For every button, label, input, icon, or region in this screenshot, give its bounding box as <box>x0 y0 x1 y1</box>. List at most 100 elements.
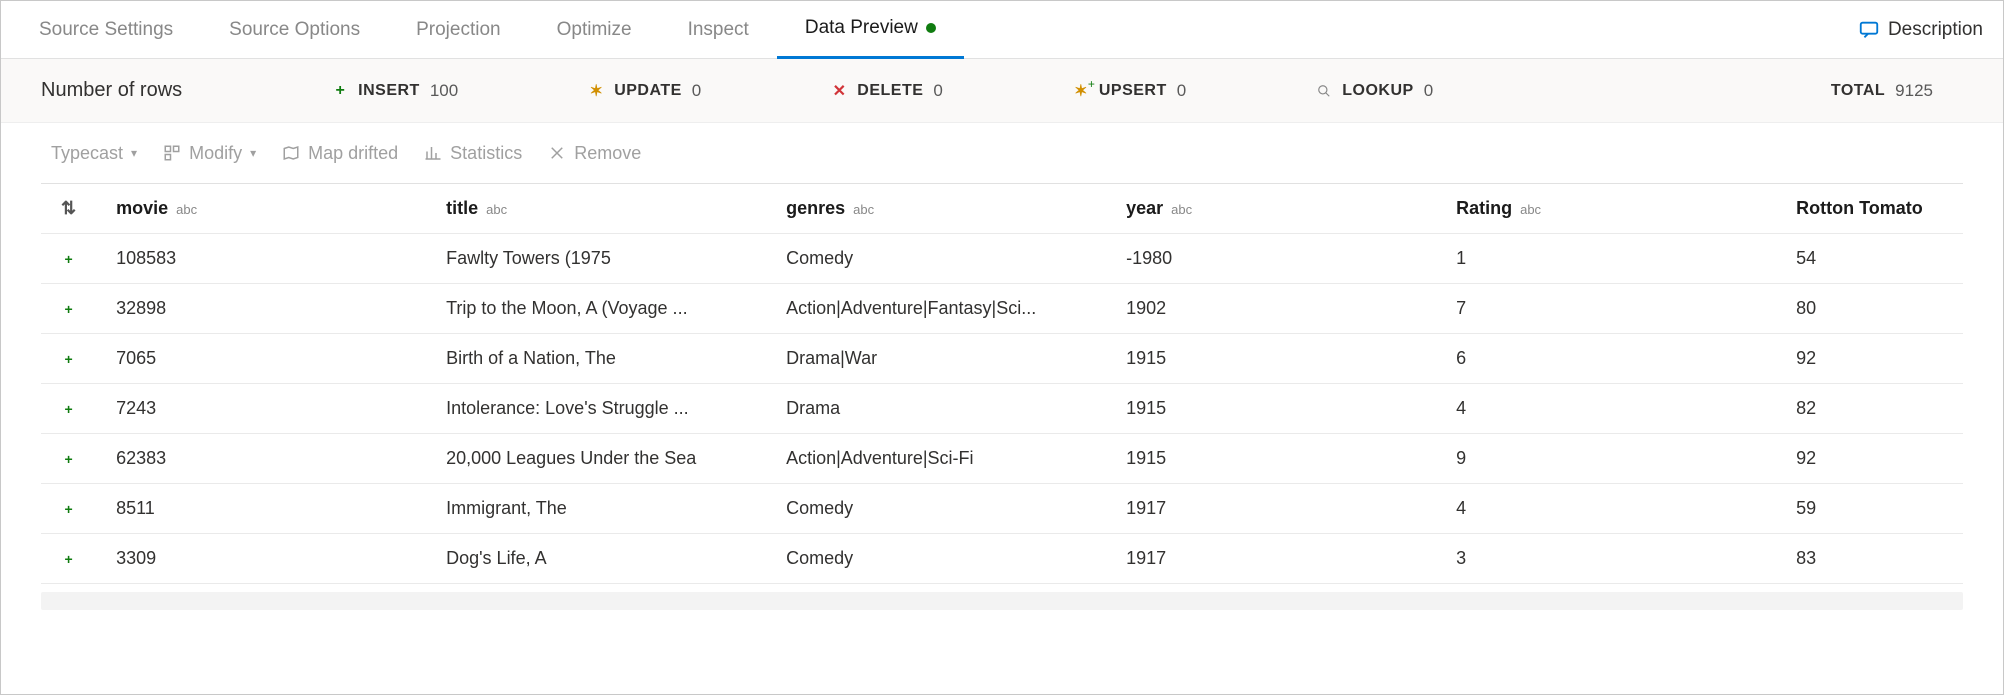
cell-genres: Comedy <box>766 484 1106 534</box>
tab-optimize[interactable]: Optimize <box>529 1 660 59</box>
column-header-rotten-tomato[interactable]: Rotton Tomato <box>1776 184 1963 234</box>
table-row[interactable]: +7243Intolerance: Love's Struggle ...Dra… <box>41 384 1963 434</box>
cell-rt: 92 <box>1776 334 1963 384</box>
row-insert-icon: + <box>41 434 96 484</box>
map-icon <box>282 144 300 162</box>
cell-genres: Comedy <box>766 234 1106 284</box>
table-row[interactable]: +7065Birth of a Nation, TheDrama|War1915… <box>41 334 1963 384</box>
cell-year: 1915 <box>1106 434 1436 484</box>
cell-movie: 3309 <box>96 534 426 584</box>
cell-movie: 62383 <box>96 434 426 484</box>
column-header-movie[interactable]: movieabc <box>96 184 426 234</box>
statistics-button[interactable]: Statistics <box>424 143 522 164</box>
cell-year: -1980 <box>1106 234 1436 284</box>
cell-year: 1902 <box>1106 284 1436 334</box>
cell-rating: 6 <box>1436 334 1776 384</box>
stat-total: TOTAL 9125 <box>1831 81 1933 101</box>
cell-rating: 1 <box>1436 234 1776 284</box>
cell-title: Trip to the Moon, A (Voyage ... <box>426 284 766 334</box>
stat-upsert: ✶+ UPSERT 0 <box>1073 81 1186 101</box>
cell-genres: Drama|War <box>766 334 1106 384</box>
cell-genres: Drama <box>766 384 1106 434</box>
cell-rating: 9 <box>1436 434 1776 484</box>
cell-rt: 82 <box>1776 384 1963 434</box>
stats-icon <box>424 144 442 162</box>
search-icon <box>1316 84 1332 98</box>
table-header-row: ⇅ movieabc titleabc genresabc yearabc Ra… <box>41 184 1963 234</box>
stat-delete: ✕ DELETE 0 <box>831 81 943 101</box>
table-row[interactable]: +6238320,000 Leagues Under the SeaAction… <box>41 434 1963 484</box>
typecast-button[interactable]: Typecast▾ <box>51 143 137 164</box>
status-dot-icon <box>926 23 936 33</box>
tab-source-options[interactable]: Source Options <box>201 1 388 59</box>
asterisk-icon: ✶ <box>588 81 604 101</box>
cell-rating: 4 <box>1436 484 1776 534</box>
stat-insert: + INSERT 100 <box>332 81 458 101</box>
row-insert-icon: + <box>41 534 96 584</box>
map-drifted-button[interactable]: Map drifted <box>282 143 398 164</box>
stat-update: ✶ UPDATE 0 <box>588 81 701 101</box>
cell-year: 1917 <box>1106 484 1436 534</box>
cell-title: Fawlty Towers (1975 <box>426 234 766 284</box>
plus-icon: + <box>332 82 348 100</box>
table-toolbar: Typecast▾ Modify▾ Map drifted Statistics… <box>1 123 2003 183</box>
cell-rt: 92 <box>1776 434 1963 484</box>
chevron-down-icon: ▾ <box>250 146 256 160</box>
row-insert-icon: + <box>41 484 96 534</box>
cell-movie: 8511 <box>96 484 426 534</box>
cell-title: Dog's Life, A <box>426 534 766 584</box>
x-icon: ✕ <box>831 81 847 101</box>
modify-icon <box>163 144 181 162</box>
stats-row: Number of rows + INSERT 100 ✶ UPDATE 0 ✕… <box>1 59 2003 123</box>
rows-label: Number of rows <box>41 79 182 102</box>
cell-rating: 7 <box>1436 284 1776 334</box>
horizontal-scrollbar[interactable] <box>41 592 1963 610</box>
table-row[interactable]: +32898Trip to the Moon, A (Voyage ...Act… <box>41 284 1963 334</box>
cell-title: Birth of a Nation, The <box>426 334 766 384</box>
description-link[interactable]: Description <box>1858 19 1993 41</box>
cell-year: 1917 <box>1106 534 1436 584</box>
cell-genres: Action|Adventure|Fantasy|Sci... <box>766 284 1106 334</box>
cell-year: 1915 <box>1106 384 1436 434</box>
table-row[interactable]: +108583Fawlty Towers (1975Comedy-1980154 <box>41 234 1963 284</box>
cell-year: 1915 <box>1106 334 1436 384</box>
cell-title: Immigrant, The <box>426 484 766 534</box>
tab-inspect[interactable]: Inspect <box>660 1 777 59</box>
upsert-icon: ✶+ <box>1073 81 1089 101</box>
cell-rating: 3 <box>1436 534 1776 584</box>
cell-genres: Action|Adventure|Sci-Fi <box>766 434 1106 484</box>
cell-rt: 59 <box>1776 484 1963 534</box>
stat-lookup: LOOKUP 0 <box>1316 81 1433 101</box>
tab-data-preview[interactable]: Data Preview <box>777 1 964 59</box>
comment-icon <box>1858 19 1880 41</box>
sort-column-header[interactable]: ⇅ <box>41 184 96 234</box>
row-insert-icon: + <box>41 234 96 284</box>
tab-bar: Source Settings Source Options Projectio… <box>1 1 2003 59</box>
table-row[interactable]: +3309Dog's Life, AComedy1917383 <box>41 534 1963 584</box>
cell-movie: 7065 <box>96 334 426 384</box>
cell-title: Intolerance: Love's Struggle ... <box>426 384 766 434</box>
close-icon <box>548 144 566 162</box>
sort-icon: ⇅ <box>61 198 76 218</box>
cell-rt: 80 <box>1776 284 1963 334</box>
cell-rt: 83 <box>1776 534 1963 584</box>
table-row[interactable]: +8511Immigrant, TheComedy1917459 <box>41 484 1963 534</box>
cell-title: 20,000 Leagues Under the Sea <box>426 434 766 484</box>
column-header-title[interactable]: titleabc <box>426 184 766 234</box>
cell-movie: 7243 <box>96 384 426 434</box>
column-header-genres[interactable]: genresabc <box>766 184 1106 234</box>
tab-projection[interactable]: Projection <box>388 1 529 59</box>
remove-button[interactable]: Remove <box>548 143 641 164</box>
column-header-year[interactable]: yearabc <box>1106 184 1436 234</box>
row-insert-icon: + <box>41 284 96 334</box>
data-table: ⇅ movieabc titleabc genresabc yearabc Ra… <box>41 183 1963 584</box>
row-insert-icon: + <box>41 384 96 434</box>
cell-movie: 32898 <box>96 284 426 334</box>
modify-button[interactable]: Modify▾ <box>163 143 256 164</box>
column-header-rating[interactable]: Ratingabc <box>1436 184 1776 234</box>
row-insert-icon: + <box>41 334 96 384</box>
cell-movie: 108583 <box>96 234 426 284</box>
chevron-down-icon: ▾ <box>131 146 137 160</box>
cell-rt: 54 <box>1776 234 1963 284</box>
tab-source-settings[interactable]: Source Settings <box>11 1 201 59</box>
